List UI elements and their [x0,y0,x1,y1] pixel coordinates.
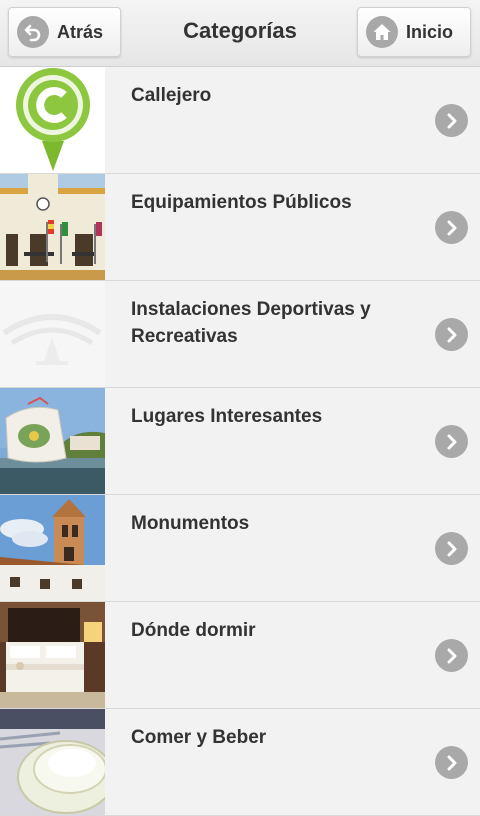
back-button[interactable]: Atrás [8,7,121,57]
plates-table-photo-thumbnail [0,709,105,815]
home-button-label: Inicio [406,21,454,42]
chevron-right-icon[interactable] [435,425,468,458]
category-label: Dónde dormir [131,620,256,641]
town-hall-photo-thumbnail [0,174,105,280]
list-item-donde-dormir[interactable]: Dónde dormir [0,602,480,709]
hotel-room-photo-thumbnail [0,602,105,708]
home-icon [366,16,398,48]
church-tower-photo-thumbnail [0,495,105,601]
home-button[interactable]: Inicio [357,7,471,57]
category-label: Equipamientos Públicos [131,192,352,213]
chevron-right-icon[interactable] [435,639,468,672]
category-list: Callejero Equipamientos Públicos Instala… [0,67,480,816]
category-label: Comer y Beber [131,727,267,748]
list-item-callejero[interactable]: Callejero [0,67,480,174]
chevron-right-icon[interactable] [435,746,468,779]
category-label: Lugares Interesantes [131,406,323,427]
category-label: Instalaciones Deportivas y Recreativas [131,299,371,347]
list-item-lugares-interesantes[interactable]: Lugares Interesantes [0,388,480,495]
chevron-right-icon[interactable] [435,318,468,351]
list-item-equipamientos-publicos[interactable]: Equipamientos Públicos [0,174,480,281]
top-bar: Atrás Categorías Inicio [0,0,480,67]
category-label: Monumentos [131,513,250,534]
callejero-logo-thumbnail [0,67,105,173]
chevron-right-icon[interactable] [435,532,468,565]
category-label: Callejero [131,85,212,106]
back-arrow-icon [17,16,49,48]
page-title: Categorías [183,18,297,43]
junta-logo-faded-thumbnail [0,281,105,387]
chevron-right-icon[interactable] [435,104,468,137]
chevron-right-icon[interactable] [435,211,468,244]
monument-sculpture-photo-thumbnail [0,388,105,494]
list-item-instalaciones-deportivas[interactable]: Instalaciones Deportivas y Recreativas [0,281,480,388]
back-button-label: Atrás [57,21,104,42]
list-item-monumentos[interactable]: Monumentos [0,495,480,602]
